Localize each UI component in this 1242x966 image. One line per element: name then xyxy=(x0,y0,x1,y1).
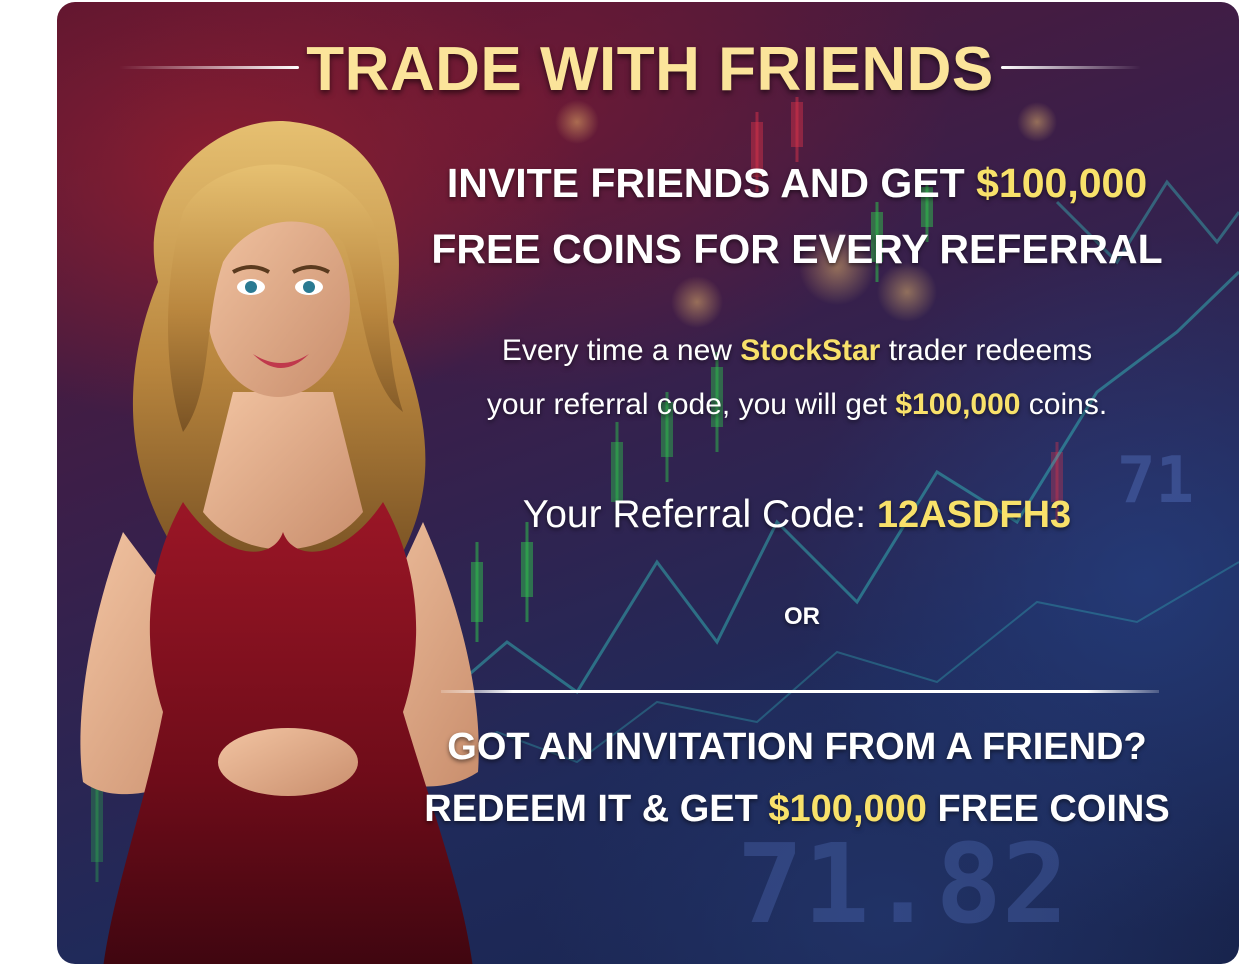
description-line-1: Every time a new StockStar trader redeem… xyxy=(407,324,1187,378)
redeem-reward-amount: $100,000 xyxy=(768,788,927,830)
referral-code-value[interactable]: 12ASDFH3 xyxy=(877,494,1071,536)
or-separator-label: OR xyxy=(784,603,820,630)
page-title: TRADE WITH FRIENDS xyxy=(306,35,994,104)
title-divider-left xyxy=(119,66,299,69)
description-text-4: coins. xyxy=(1020,388,1108,421)
invite-line-1: INVITE FRIENDS AND GET $100,000 xyxy=(387,150,1207,216)
referral-code-label: Your Referral Code: xyxy=(522,493,877,536)
description-reward-amount: $100,000 xyxy=(895,388,1021,421)
redeem-text-prefix: REDEEM IT & GET xyxy=(424,788,769,830)
title-row: TRADE WITH FRIENDS xyxy=(57,32,1239,108)
description-line-2: your referral code, you will get $100,00… xyxy=(407,378,1187,432)
section-divider xyxy=(441,690,1159,693)
referral-description: Every time a new StockStar trader redeem… xyxy=(407,324,1187,432)
invite-headline: INVITE FRIENDS AND GET $100,000 FREE COI… xyxy=(387,150,1207,282)
invite-line-2: FREE COINS FOR EVERY REFERRAL xyxy=(431,226,1163,272)
title-divider-right xyxy=(1001,66,1141,69)
redeem-text-suffix: FREE COINS xyxy=(926,788,1170,830)
redeem-line-2: REDEEM IT & GET $100,000 FREE COINS xyxy=(387,778,1207,840)
brand-name: StockStar xyxy=(740,334,881,367)
description-text-3: your referral code, you will get xyxy=(486,388,896,421)
referral-panel: 71 71.82 TRADE WITH FRIENDS INVITE FRIEN… xyxy=(57,2,1239,964)
referral-code-row: Your Referral Code: 12ASDFH3 xyxy=(437,488,1157,542)
description-text-1: Every time a new xyxy=(501,334,741,367)
redeem-headline: GOT AN INVITATION FROM A FRIEND? REDEEM … xyxy=(387,716,1207,840)
description-text-2: trader redeems xyxy=(880,334,1093,367)
invite-reward-amount: $100,000 xyxy=(976,160,1148,206)
redeem-line-1: GOT AN INVITATION FROM A FRIEND? xyxy=(447,726,1147,768)
invite-line-1-text: INVITE FRIENDS AND GET xyxy=(446,160,977,206)
